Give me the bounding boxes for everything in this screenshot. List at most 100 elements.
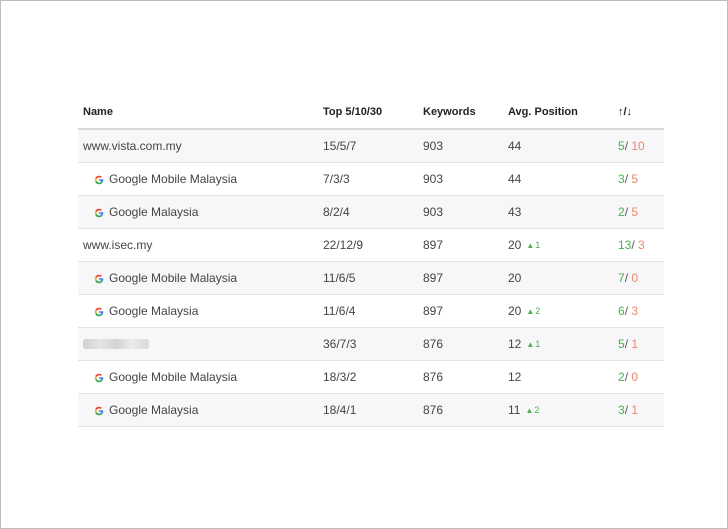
table-row[interactable]: www.vista.com.my 15/5/7 903 44 5/ 10 bbox=[78, 130, 664, 163]
search-engine-label: Google Malaysia bbox=[109, 403, 199, 417]
cell-keywords: 897 bbox=[423, 304, 444, 318]
cell-keywords: 897 bbox=[423, 271, 444, 285]
cell-keywords: 903 bbox=[423, 205, 444, 219]
cell-avg-position: 43 bbox=[508, 205, 618, 219]
cell-top: 18/3/2 bbox=[323, 370, 357, 384]
position-change-value: 1 bbox=[535, 240, 541, 250]
up-count: 3 bbox=[618, 403, 625, 417]
cell-top: 7/3/3 bbox=[323, 172, 350, 186]
table-row[interactable]: 36/7/3 876 12 ▲ 1 5/ 1 bbox=[78, 328, 664, 361]
cell-up-down: 3/ 1 bbox=[618, 403, 664, 417]
cell-up-down: 5/ 1 bbox=[618, 337, 664, 351]
domain-label[interactable]: www.isec.my bbox=[83, 238, 152, 252]
down-count: 10 bbox=[631, 139, 645, 153]
google-mobile-icon bbox=[94, 174, 104, 185]
header-avg-position[interactable]: Avg. Position bbox=[508, 106, 618, 118]
cell-up-down: 7/ 0 bbox=[618, 271, 664, 285]
avg-position-value: 20 bbox=[508, 271, 522, 285]
header-up-down[interactable]: ↑/↓ bbox=[618, 106, 664, 118]
google-icon bbox=[94, 306, 104, 317]
cell-keywords: 903 bbox=[423, 139, 444, 153]
avg-position-value: 44 bbox=[508, 139, 522, 153]
search-engine-label: Google Mobile Malaysia bbox=[109, 172, 238, 186]
position-change: ▲ 1 bbox=[526, 339, 540, 349]
cell-keywords: 897 bbox=[423, 238, 444, 252]
cell-name: www.vista.com.my bbox=[78, 139, 323, 153]
position-change: ▲ 2 bbox=[526, 306, 540, 316]
arrow-up-icon: ▲ bbox=[526, 240, 535, 250]
cell-up-down: 3/ 5 bbox=[618, 172, 664, 186]
position-change-value: 2 bbox=[534, 405, 540, 415]
search-engine-label: Google Malaysia bbox=[109, 205, 199, 219]
cell-up-down: 5/ 10 bbox=[618, 139, 664, 153]
down-count: 3 bbox=[631, 304, 639, 318]
cell-avg-position: 11 ▲ 2 bbox=[508, 403, 618, 417]
header-top[interactable]: Top 5/10/30 bbox=[323, 106, 423, 118]
table-row[interactable]: Google Mobile Malaysia 18/3/2 876 12 2/ 0 bbox=[78, 361, 664, 394]
cell-top: 18/4/1 bbox=[323, 403, 357, 417]
page-frame: Name Top 5/10/30 Keywords Avg. Position … bbox=[0, 0, 728, 529]
table-row[interactable]: Google Malaysia 18/4/1 876 11 ▲ 2 3/ 1 bbox=[78, 394, 664, 427]
down-count: 0 bbox=[631, 271, 639, 285]
redacted-domain bbox=[83, 339, 149, 349]
google-icon bbox=[94, 207, 104, 218]
up-count: 2 bbox=[618, 370, 625, 384]
cell-avg-position: 12 ▲ 1 bbox=[508, 337, 618, 351]
down-count: 0 bbox=[631, 370, 639, 384]
position-change: ▲ 1 bbox=[526, 240, 540, 250]
google-mobile-icon bbox=[94, 372, 104, 383]
cell-avg-position: 44 bbox=[508, 139, 618, 153]
cell-avg-position: 20 ▲ 1 bbox=[508, 238, 618, 252]
cell-keywords: 876 bbox=[423, 403, 444, 417]
cell-avg-position: 20 bbox=[508, 271, 618, 285]
arrow-up-icon: ▲ bbox=[526, 306, 535, 316]
up-count: 13 bbox=[618, 238, 632, 252]
table-row[interactable]: www.isec.my 22/12/9 897 20 ▲ 1 13/ 3 bbox=[78, 229, 664, 262]
cell-keywords: 876 bbox=[423, 337, 444, 351]
table-row[interactable]: Google Malaysia 8/2/4 903 43 2/ 5 bbox=[78, 196, 664, 229]
cell-up-down: 2/ 0 bbox=[618, 370, 664, 384]
domain-label[interactable]: www.vista.com.my bbox=[83, 139, 182, 153]
up-count: 7 bbox=[618, 271, 625, 285]
cell-top: 11/6/5 bbox=[323, 271, 356, 285]
position-change-value: 2 bbox=[535, 306, 541, 316]
search-engine-label: Google Mobile Malaysia bbox=[109, 370, 238, 384]
avg-position-value: 12 bbox=[508, 370, 522, 384]
cell-top: 15/5/7 bbox=[323, 139, 357, 153]
arrow-up-icon: ▲ bbox=[526, 339, 535, 349]
cell-up-down: 13/ 3 bbox=[618, 238, 664, 252]
up-count: 5 bbox=[618, 337, 625, 351]
cell-name: Google Mobile Malaysia bbox=[78, 370, 323, 384]
cell-name: Google Malaysia bbox=[78, 304, 323, 318]
position-change: ▲ 2 bbox=[525, 405, 539, 415]
cell-top: 8/2/4 bbox=[323, 205, 350, 219]
cell-avg-position: 44 bbox=[508, 172, 618, 186]
up-count: 3 bbox=[618, 172, 625, 186]
google-mobile-icon bbox=[94, 273, 104, 284]
table-row[interactable]: Google Mobile Malaysia 11/6/5 897 20 7/ 0 bbox=[78, 262, 664, 295]
arrow-up-icon: ▲ bbox=[525, 405, 534, 415]
header-name[interactable]: Name bbox=[78, 106, 323, 118]
cell-avg-position: 12 bbox=[508, 370, 618, 384]
cell-name: www.isec.my bbox=[78, 238, 323, 252]
cell-name: Google Malaysia bbox=[78, 205, 323, 219]
avg-position-value: 43 bbox=[508, 205, 522, 219]
avg-position-value: 44 bbox=[508, 172, 522, 186]
cell-keywords: 876 bbox=[423, 370, 444, 384]
cell-up-down: 2/ 5 bbox=[618, 205, 664, 219]
table-row[interactable]: Google Malaysia 11/6/4 897 20 ▲ 2 6/ 3 bbox=[78, 295, 664, 328]
header-keywords[interactable]: Keywords bbox=[423, 106, 508, 118]
cell-top: 36/7/3 bbox=[323, 337, 357, 351]
avg-position-value: 12 bbox=[508, 337, 522, 351]
cell-name bbox=[78, 339, 323, 349]
search-engine-label: Google Malaysia bbox=[109, 304, 199, 318]
down-count: 1 bbox=[631, 403, 639, 417]
search-engine-label: Google Mobile Malaysia bbox=[109, 271, 238, 285]
cell-name: Google Malaysia bbox=[78, 403, 323, 417]
up-count: 2 bbox=[618, 205, 625, 219]
down-count: 3 bbox=[638, 238, 645, 252]
avg-position-value: 11 bbox=[508, 403, 521, 417]
table-header: Name Top 5/10/30 Keywords Avg. Position … bbox=[78, 95, 664, 130]
table-row[interactable]: Google Mobile Malaysia 7/3/3 903 44 3/ 5 bbox=[78, 163, 664, 196]
cell-name: Google Mobile Malaysia bbox=[78, 271, 323, 285]
